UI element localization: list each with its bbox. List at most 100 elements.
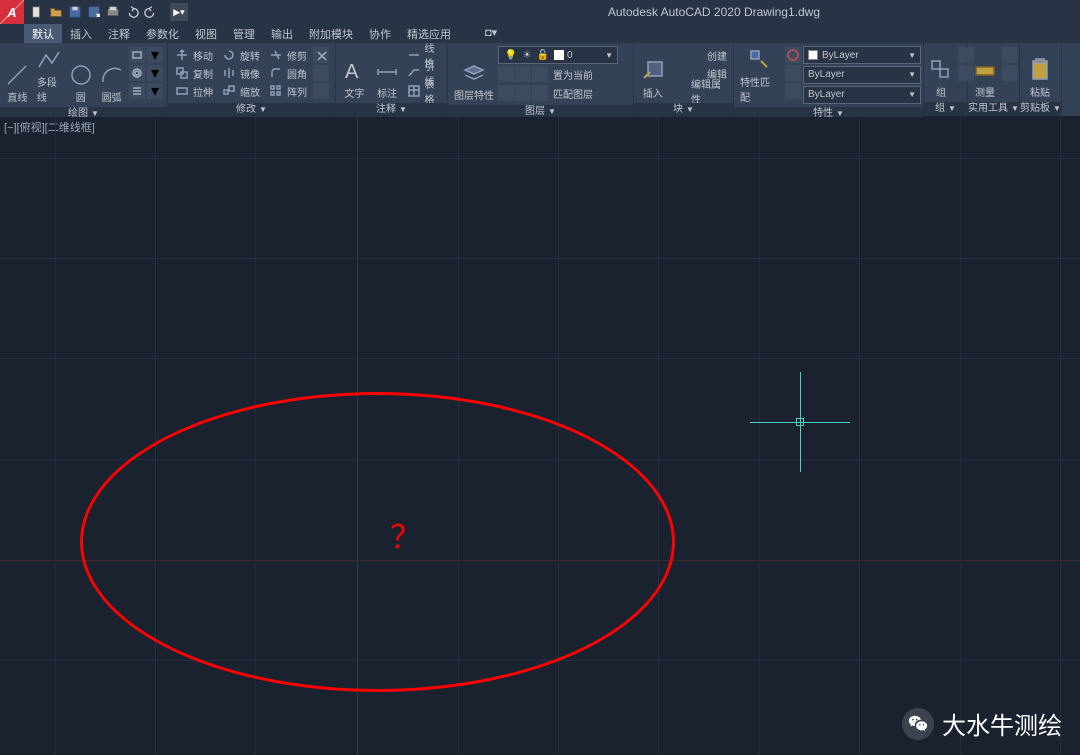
circle-tool[interactable]: 圆 [65,45,96,105]
tool-label: 匹配图层 [553,86,593,101]
tab-collab[interactable]: 协作 [361,24,399,43]
color-dropdown[interactable]: ByLayer▼ [803,46,921,64]
ribbon: 直线 多段线 圆 圆弧 ▾ ▾ ▾ 绘图▼ 移 [0,43,1080,117]
panel-title[interactable]: 实用工具▼ [968,102,1019,116]
redo-icon[interactable] [142,3,160,21]
fillet-icon [268,65,284,81]
move-icon [174,47,190,63]
create-block-tool[interactable]: 创建 [670,46,731,64]
panel-title[interactable]: 剪贴板▼ [1020,102,1061,116]
region-icon[interactable] [129,83,145,99]
rotate-tool[interactable]: 旋转 [217,46,264,64]
erase-icon[interactable] [313,47,329,63]
scale-icon [221,83,237,99]
panel-title[interactable]: 组▼ [924,102,967,116]
attr-icon [674,83,688,99]
undo-icon[interactable] [123,3,141,21]
saveas-icon[interactable] [85,3,103,21]
tab-addons[interactable]: 附加模块 [301,24,361,43]
panel-title[interactable]: 块▼ [634,103,733,117]
ribbon-tabs: 默认 插入 注释 参数化 视图 管理 输出 附加模块 协作 精选应用 ◘▾ [0,24,1080,43]
matchlayer-tool[interactable]: 匹配图层 [549,84,597,102]
misc-icon[interactable] [1002,47,1018,63]
linear-icon [407,47,421,63]
panel-title[interactable]: 注释▼ [336,103,447,117]
paste-tool[interactable]: 粘贴 [1022,45,1058,100]
rect-icon[interactable] [129,47,145,63]
layer-misc-icon[interactable] [498,66,514,82]
panel-title[interactable]: 修改▼ [168,103,335,117]
lock-icon: 🔓 [535,47,551,63]
tool-label: 图层特性 [454,87,494,102]
drawing-canvas[interactable]: [−][俯视][二维线框] ？ 大水牛测绘 [0,117,1080,755]
tab-annotate[interactable]: 注释 [100,24,138,43]
matchprop-tool[interactable]: 特性匹配 [736,45,783,105]
open-icon[interactable] [47,3,65,21]
tab-output[interactable]: 输出 [263,24,301,43]
tool-label: 缩放 [240,84,260,99]
misc-icon[interactable]: ▾ [147,65,163,81]
linetype-dropdown[interactable]: ByLayer▼ [803,86,921,104]
misc-icon[interactable]: ▾ [147,47,163,63]
layer-props-tool[interactable]: 图层特性 [450,45,498,103]
color-wheel-icon[interactable] [785,47,801,63]
tool-label: 修剪 [287,48,307,63]
stretch-tool[interactable]: 拉伸 [170,82,217,100]
layer-misc-icon[interactable] [515,85,531,101]
stretch-icon [174,83,190,99]
move-tool[interactable]: 移动 [170,46,217,64]
tab-more-icon[interactable]: ◘▾ [477,24,505,43]
tab-manage[interactable]: 管理 [225,24,263,43]
text-icon: A [340,57,368,85]
quick-access-toolbar [28,3,160,21]
array-tool[interactable]: 阵列 [264,82,311,100]
copy-tool[interactable]: 复制 [170,64,217,82]
layer-dropdown[interactable]: 💡 ☀ 🔓 0 ▼ [498,46,618,64]
misc-icon[interactable] [1002,65,1018,81]
save-icon[interactable] [66,3,84,21]
play-icon[interactable]: ▶▾ [170,3,188,21]
lineweight-dropdown[interactable]: ByLayer▼ [803,66,921,84]
bylayer-label: ByLayer [808,69,845,80]
group-tool[interactable]: 组 [926,45,956,100]
insert-block-tool[interactable]: 插入 [636,45,670,101]
tool-label: 复制 [193,66,213,81]
plot-icon[interactable] [104,3,122,21]
tab-insert[interactable]: 插入 [62,24,100,43]
mirror-tool[interactable]: 镜像 [217,64,264,82]
trim-tool[interactable]: 修剪 [264,46,311,64]
linetype-icon[interactable] [785,83,801,99]
view-label[interactable]: [−][俯视][二维线框] [4,119,95,135]
setcurrent-tool[interactable]: 置为当前 [549,65,597,83]
editattr-tool[interactable]: 编辑属性 [670,82,731,100]
layer-misc-icon[interactable] [532,66,548,82]
draw-extra: ▾ ▾ ▾ [127,45,165,105]
scale-tool[interactable]: 缩放 [217,82,264,100]
tool-label: 镜像 [240,66,260,81]
text-tool[interactable]: A 文字 [338,45,371,101]
layer-misc-icon[interactable] [515,66,531,82]
app-logo[interactable]: A [0,0,24,24]
layer-misc-icon[interactable] [498,85,514,101]
table-tool[interactable]: 表格 [403,82,445,100]
measure-tool[interactable]: 测量 [970,45,1000,100]
fillet-tool[interactable]: 圆角 [264,64,311,82]
tool-label: 插入 [643,85,663,100]
offset-icon[interactable] [313,83,329,99]
new-icon[interactable] [28,3,46,21]
hatch-icon[interactable] [129,65,145,81]
tab-parametric[interactable]: 参数化 [138,24,187,43]
arc-tool[interactable]: 圆弧 [96,45,127,105]
explode-icon[interactable] [313,65,329,81]
line-tool[interactable]: 直线 [2,45,33,105]
dim-tool[interactable]: 标注 [371,45,404,101]
tool-label: 组 [936,84,946,99]
polyline-tool[interactable]: 多段线 [33,45,65,105]
lineweight-icon[interactable] [785,65,801,81]
misc-icon[interactable]: ▾ [147,83,163,99]
panel-draw: 直线 多段线 圆 圆弧 ▾ ▾ ▾ 绘图▼ [0,43,168,116]
tool-label: 编辑属性 [691,76,727,106]
tab-default[interactable]: 默认 [24,24,62,43]
layer-misc-icon[interactable] [532,85,548,101]
tab-view[interactable]: 视图 [187,24,225,43]
